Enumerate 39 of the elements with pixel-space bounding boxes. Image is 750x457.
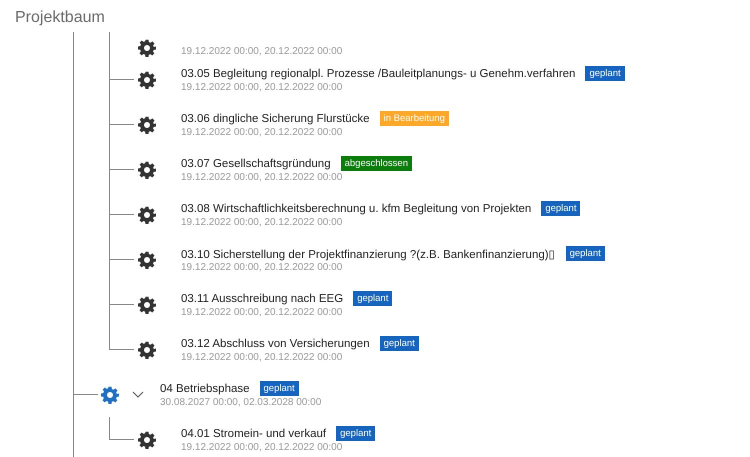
- settings-icon[interactable]: [138, 430, 156, 448]
- settings-icon[interactable]: [138, 296, 156, 314]
- settings-icon[interactable]: [138, 250, 156, 268]
- status-badge: geplant: [260, 381, 299, 396]
- date-range: 19.12.2022 00:00, 20.12.2022 00:00: [181, 442, 344, 453]
- status-badge: in Bearbeitung: [380, 111, 449, 126]
- date-range: 19.12.2022 00:00, 20.12.2022 00:00: [181, 352, 344, 363]
- date-range: 19.12.2022 00:00, 20.12.2022 00:00: [181, 262, 344, 273]
- node-title[interactable]: 03.12 Abschluss von Versicherungen: [181, 338, 370, 350]
- settings-icon[interactable]: [138, 39, 156, 57]
- status-badge: geplant: [380, 336, 419, 351]
- node-title[interactable]: 03.06 dingliche Sicherung Flurstücke: [181, 112, 370, 124]
- settings-icon[interactable]: [138, 70, 156, 88]
- node-title[interactable]: 03.11 Ausschreibung nach EEG: [181, 292, 344, 304]
- panel-title: Projektbaum: [14, 8, 106, 28]
- date-range: 19.12.2022 00:00, 20.12.2022 00:00: [181, 46, 342, 57]
- node-title[interactable]: 03.07 Gesellschaftsgründung: [181, 158, 331, 170]
- date-range: 19.12.2022 00:00, 20.12.2022 00:00: [181, 82, 344, 93]
- node-title[interactable]: 03.10 Sicherstellung der Projektfinanzierung ?(z.B. Bankenfinanzierung)▯: [181, 246, 556, 260]
- settings-icon[interactable]: [138, 206, 156, 224]
- status-badge: geplant: [353, 291, 392, 306]
- status-badge: abgeschlossen: [340, 156, 412, 171]
- chevron-icon[interactable]: [132, 390, 144, 398]
- settings-icon[interactable]: [138, 160, 156, 178]
- date-range: 19.12.2022 00:00, 20.12.2022 00:00: [181, 127, 344, 138]
- status-badge: geplant: [541, 201, 580, 216]
- settings-icon[interactable]: [138, 340, 156, 358]
- node-title[interactable]: 03.05 Begleitung regionalpl. Prozesse /Bauleitplanungs- u Genehm.verfahren: [181, 68, 576, 80]
- settings-icon[interactable]: [138, 116, 156, 134]
- node-title[interactable]: 04.01 Stromein- und verkauf: [181, 428, 326, 440]
- node-title[interactable]: 03.08 Wirtschaftlichkeitsberechnung u. kfm Begleitung von Projekten: [181, 202, 532, 214]
- node-title[interactable]: 04 Betriebsphase: [160, 382, 250, 394]
- date-range: 19.12.2022 00:00, 20.12.2022 00:00: [181, 172, 344, 183]
- status-badge: geplant: [585, 66, 625, 81]
- status-badge: geplant: [336, 426, 376, 441]
- date-range: 30.08.2027 00:00, 02.03.2028 00:00: [160, 397, 322, 408]
- date-range: 19.12.2022 00:00, 20.12.2022 00:00: [181, 307, 344, 318]
- date-range: 19.12.2022 00:00, 20.12.2022 00:00: [181, 217, 344, 228]
- status-badge: geplant: [566, 246, 605, 261]
